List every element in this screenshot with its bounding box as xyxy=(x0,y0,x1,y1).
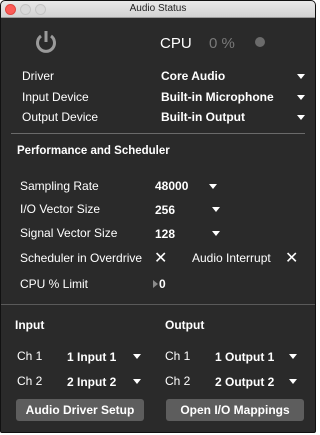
signal-vector-size-dropdown-icon[interactable] xyxy=(212,231,220,236)
driver-dropdown-icon[interactable] xyxy=(297,74,305,79)
output-ch1-dropdown-icon[interactable] xyxy=(289,354,297,359)
output-ch2-dropdown-icon[interactable] xyxy=(289,379,297,384)
cpu-limit-label: CPU % Limit xyxy=(20,277,89,291)
driver-select[interactable]: Core Audio xyxy=(161,69,225,83)
cpu-label: CPU xyxy=(160,35,192,52)
input-ch2-label: Ch 2 xyxy=(17,374,43,388)
input-ch2-select[interactable]: 2 Input 2 xyxy=(67,375,116,389)
io-vector-size-label: I/O Vector Size xyxy=(20,202,101,216)
input-device-select[interactable]: Built-in Microphone xyxy=(161,90,274,104)
cpu-limit-number-box[interactable]: 0 xyxy=(159,277,166,291)
signal-vector-size-select[interactable]: 128 xyxy=(155,227,175,241)
performance-heading: Performance and Scheduler xyxy=(17,145,170,157)
audio-status-window: Audio Status CPU 0 % Driver Core Audio I… xyxy=(0,0,316,433)
output-ch2-select[interactable]: 2 Output 2 xyxy=(215,375,274,389)
audio-interrupt-label: Audio Interrupt xyxy=(192,251,271,265)
output-ch1-select[interactable]: 1 Output 1 xyxy=(215,350,274,364)
power-icon[interactable] xyxy=(34,29,58,55)
driver-label: Driver xyxy=(22,69,54,83)
io-vector-size-select[interactable]: 256 xyxy=(155,203,175,217)
cpu-limit-arrow-icon[interactable] xyxy=(153,280,158,288)
sampling-rate-label: Sampling Rate xyxy=(20,179,99,193)
signal-vector-size-label: Signal Vector Size xyxy=(20,226,118,240)
cpu-indicator-icon xyxy=(255,37,265,47)
audio-interrupt-toggle[interactable]: ✕ xyxy=(285,250,298,266)
output-ch2-label: Ch 2 xyxy=(165,374,191,388)
output-device-dropdown-icon[interactable] xyxy=(297,115,305,120)
scheduler-overdrive-toggle[interactable]: ✕ xyxy=(154,250,167,266)
input-device-label: Input Device xyxy=(22,90,89,104)
input-ch1-dropdown-icon[interactable] xyxy=(133,354,141,359)
window-title: Audio Status xyxy=(129,3,187,14)
section-divider xyxy=(11,133,305,134)
input-ch1-label: Ch 1 xyxy=(17,349,43,363)
output-device-select[interactable]: Built-in Output xyxy=(161,110,245,124)
sampling-rate-dropdown-icon[interactable] xyxy=(209,184,217,189)
open-io-mappings-button[interactable]: Open I/O Mappings xyxy=(166,399,304,421)
audio-driver-setup-button[interactable]: Audio Driver Setup xyxy=(16,399,144,421)
input-heading: Input xyxy=(15,318,45,332)
scheduler-overdrive-label: Scheduler in Overdrive xyxy=(20,251,143,265)
output-ch1-label: Ch 1 xyxy=(165,349,191,363)
input-ch1-select[interactable]: 1 Input 1 xyxy=(67,350,116,364)
title-bar: Audio Status xyxy=(1,1,315,18)
sampling-rate-select[interactable]: 48000 xyxy=(155,179,188,193)
input-ch2-dropdown-icon[interactable] xyxy=(133,379,141,384)
io-divider xyxy=(1,304,315,305)
input-device-dropdown-icon[interactable] xyxy=(297,95,305,100)
output-device-label: Output Device xyxy=(22,110,99,124)
cpu-value: 0 % xyxy=(209,35,235,52)
io-vector-size-dropdown-icon[interactable] xyxy=(212,207,220,212)
output-heading: Output xyxy=(165,318,205,332)
